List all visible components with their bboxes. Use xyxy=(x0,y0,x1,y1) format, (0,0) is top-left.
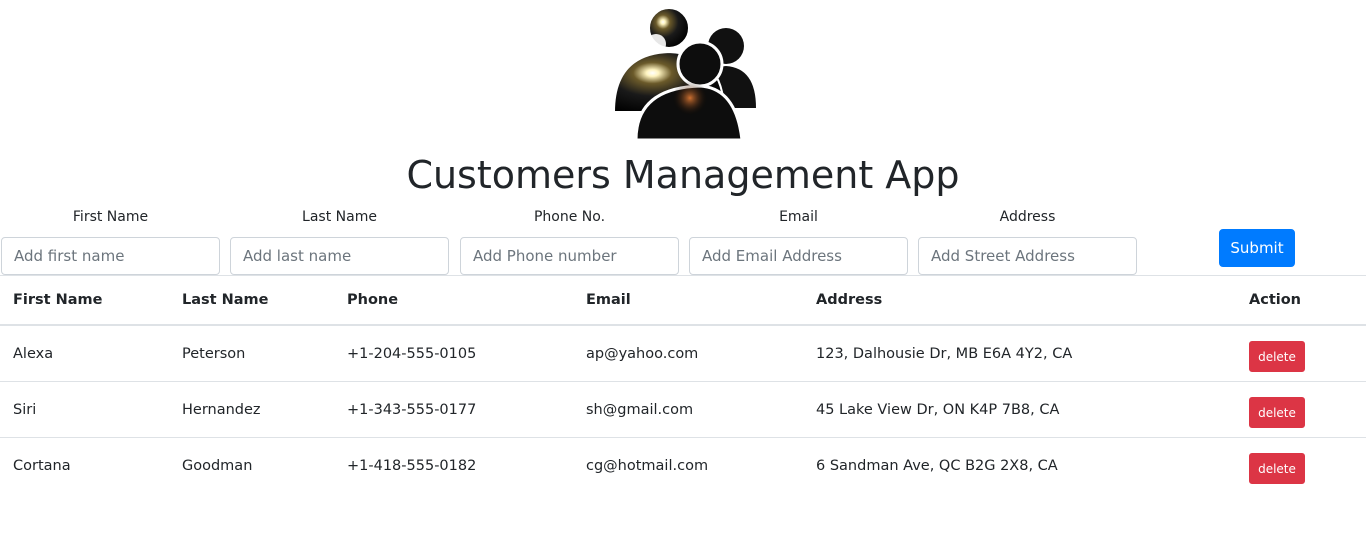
last-name-label: Last Name xyxy=(302,209,377,225)
table-row: Cortana Goodman +1-418-555-0182 cg@hotma… xyxy=(0,437,1366,493)
cell-action: delete xyxy=(1236,437,1366,493)
table-row: Alexa Peterson +1-204-555-0105 ap@yahoo.… xyxy=(0,324,1366,382)
cell-last-name: Peterson xyxy=(169,324,334,382)
column-header-address: Address xyxy=(803,275,1236,326)
delete-button[interactable]: delete xyxy=(1249,341,1305,372)
cell-phone: +1-418-555-0182 xyxy=(334,437,573,493)
cell-address: 6 Sandman Ave, QC B2G 2X8, CA xyxy=(803,437,1236,493)
email-input[interactable] xyxy=(689,237,908,275)
cell-action: delete xyxy=(1236,324,1366,382)
cell-phone: +1-343-555-0177 xyxy=(334,381,573,438)
cell-first-name: Siri xyxy=(0,381,169,438)
cell-action: delete xyxy=(1236,381,1366,438)
phone-label: Phone No. xyxy=(533,209,606,225)
table-header-row: First Name Last Name Phone Email Address… xyxy=(0,275,1366,326)
column-header-first-name: First Name xyxy=(0,275,169,326)
table-row: Siri Hernandez +1-343-555-0177 sh@gmail.… xyxy=(0,381,1366,438)
page-title: Customers Management App xyxy=(406,153,960,197)
first-name-label: First Name xyxy=(72,209,149,225)
column-header-action: Action xyxy=(1236,275,1366,326)
last-name-input[interactable] xyxy=(230,237,449,275)
submit-button[interactable]: Submit xyxy=(1219,229,1295,267)
cell-first-name: Cortana xyxy=(0,437,169,493)
delete-button[interactable]: delete xyxy=(1249,397,1305,428)
column-header-phone: Phone xyxy=(334,275,573,326)
email-label: Email xyxy=(779,209,818,225)
address-input[interactable] xyxy=(918,237,1137,275)
cell-phone: +1-204-555-0105 xyxy=(334,324,573,382)
cell-email: cg@hotmail.com xyxy=(573,437,803,493)
customers-group-icon xyxy=(606,4,760,144)
cell-last-name: Hernandez xyxy=(169,381,334,438)
cell-address: 123, Dalhousie Dr, MB E6A 4Y2, CA xyxy=(803,324,1236,382)
phone-input[interactable] xyxy=(460,237,679,275)
cell-email: ap@yahoo.com xyxy=(573,324,803,382)
first-name-input[interactable] xyxy=(1,237,220,275)
cell-first-name: Alexa xyxy=(0,324,169,382)
column-header-last-name: Last Name xyxy=(169,275,334,326)
cell-email: sh@gmail.com xyxy=(573,381,803,438)
column-header-email: Email xyxy=(573,275,803,326)
delete-button[interactable]: delete xyxy=(1249,453,1305,484)
cell-last-name: Goodman xyxy=(169,437,334,493)
customers-table: First Name Last Name Phone Email Address… xyxy=(0,275,1366,493)
address-label: Address xyxy=(999,209,1056,225)
cell-address: 45 Lake View Dr, ON K4P 7B8, CA xyxy=(803,381,1236,438)
customers-table-container: First Name Last Name Phone Email Address… xyxy=(0,275,1366,493)
